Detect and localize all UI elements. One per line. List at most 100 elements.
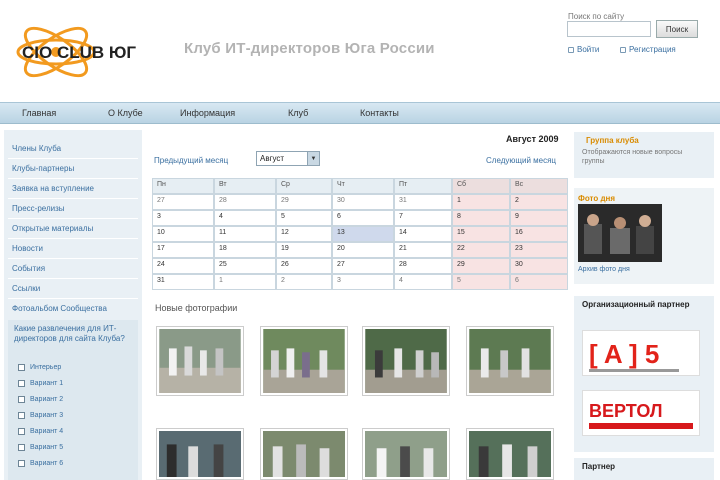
calendar-day-cell[interactable]: 18	[214, 242, 276, 258]
calendar-day-cell[interactable]: 14	[394, 226, 452, 242]
calendar-day-cell[interactable]: 26	[276, 258, 332, 274]
calendar-day-cell[interactable]: 10	[152, 226, 214, 242]
photo-thumbnail[interactable]	[466, 326, 554, 396]
calendar-day-cell[interactable]: 27	[332, 258, 394, 274]
register-link[interactable]: Регистрация	[620, 45, 676, 54]
search-button[interactable]: Поиск	[656, 20, 698, 38]
photo-of-day-archive-link[interactable]: Архив фото дня	[578, 266, 630, 273]
sidebar-item-news[interactable]: Новости	[12, 244, 43, 253]
nav-item-club[interactable]: Клуб	[288, 108, 308, 118]
nav-item-contacts[interactable]: Контакты	[360, 108, 399, 118]
poll-option-label: Интерьер	[30, 364, 62, 371]
calendar-day-cell[interactable]: 21	[394, 242, 452, 258]
calendar-day-cell[interactable]: 6	[332, 210, 394, 226]
chevron-down-icon: ▼	[307, 152, 319, 165]
calendar-day-cell[interactable]: 11	[214, 226, 276, 242]
nav-item-home[interactable]: Главная	[22, 108, 56, 118]
sidebar-divider	[8, 258, 138, 259]
sidebar-item-partners[interactable]: Клубы-партнеры	[12, 164, 74, 173]
calendar-day-cell[interactable]: 1	[452, 194, 510, 210]
month-select[interactable]: Август ▼	[256, 151, 320, 166]
calendar-day-cell[interactable]: 5	[452, 274, 510, 290]
calendar-day-cell[interactable]: 30	[510, 258, 568, 274]
sidebar-item-events[interactable]: События	[12, 264, 45, 273]
photo-thumbnail[interactable]	[156, 428, 244, 480]
calendar-day-cell[interactable]: 12	[276, 226, 332, 242]
calendar-day-cell[interactable]: 28	[394, 258, 452, 274]
calendar-day-cell[interactable]: 13	[332, 226, 394, 242]
calendar-day-cell[interactable]: 29	[452, 258, 510, 274]
calendar-day-cell[interactable]: 24	[152, 258, 214, 274]
checkbox[interactable]	[18, 396, 25, 403]
nav-item-about[interactable]: О Клубе	[108, 108, 143, 118]
poll-option[interactable]: Вариант 6	[18, 460, 63, 467]
calendar-day-cell[interactable]: 31	[394, 194, 452, 210]
partner-logo-vertol[interactable]: ВЕРТОЛ	[582, 390, 700, 436]
calendar-day-cell[interactable]: 4	[214, 210, 276, 226]
calendar-day-cell[interactable]: 25	[214, 258, 276, 274]
site-logo[interactable]: CIO CLUB ЮГ	[14, 6, 174, 96]
partner-logo-a5[interactable]: [ A ] 5	[582, 330, 700, 376]
calendar-day-cell[interactable]: 28	[214, 194, 276, 210]
calendar-weekday-header: Пт	[394, 178, 452, 194]
checkbox[interactable]	[18, 364, 25, 371]
prev-month-link[interactable]: Предыдущий месяц	[154, 156, 228, 165]
calendar-day-cell[interactable]: 2	[276, 274, 332, 290]
calendar-day-cell[interactable]: 2	[510, 194, 568, 210]
next-month-link[interactable]: Следующий месяц	[486, 156, 556, 165]
sidebar-item-materials[interactable]: Открытые материалы	[12, 224, 93, 233]
photo-thumbnail[interactable]	[260, 326, 348, 396]
photo-image	[469, 329, 551, 393]
poll-option[interactable]: Вариант 1	[18, 380, 63, 387]
calendar-day-cell[interactable]: 27	[152, 194, 214, 210]
calendar-day-cell[interactable]: 31	[152, 274, 214, 290]
sidebar-item-press[interactable]: Пресс-релизы	[12, 204, 65, 213]
calendar-day-cell[interactable]: 16	[510, 226, 568, 242]
sidebar-item-photoalbum[interactable]: Фотоальбом Сообщества	[12, 304, 107, 313]
poll-option[interactable]: Интерьер	[18, 364, 61, 371]
photo-thumbnail[interactable]	[362, 428, 450, 480]
photo-of-day-image[interactable]	[578, 204, 662, 262]
photo-thumbnail[interactable]	[260, 428, 348, 480]
calendar-day-cell[interactable]: 1	[214, 274, 276, 290]
sidebar-item-links[interactable]: Ссылки	[12, 284, 40, 293]
calendar-day-cell[interactable]: 15	[452, 226, 510, 242]
photo-thumbnail[interactable]	[156, 326, 244, 396]
checkbox[interactable]	[18, 460, 25, 467]
photo-thumbnail[interactable]	[466, 428, 554, 480]
sidebar-item-join[interactable]: Заявка на вступление	[12, 184, 94, 193]
poll-option[interactable]: Вариант 2	[18, 396, 63, 403]
calendar-day-cell[interactable]: 9	[510, 210, 568, 226]
calendar-day-cell[interactable]: 6	[510, 274, 568, 290]
checkbox[interactable]	[18, 428, 25, 435]
calendar-day-cell[interactable]: 23	[510, 242, 568, 258]
poll-option[interactable]: Вариант 5	[18, 444, 63, 451]
calendar-day-cell[interactable]: 5	[276, 210, 332, 226]
login-link[interactable]: Войти	[568, 45, 599, 54]
checkbox[interactable]	[18, 412, 25, 419]
poll-option[interactable]: Вариант 3	[18, 412, 63, 419]
calendar-day-cell[interactable]: 4	[394, 274, 452, 290]
calendar-day-cell[interactable]: 19	[276, 242, 332, 258]
search-input[interactable]	[567, 21, 651, 37]
calendar-day-cell[interactable]: 3	[152, 210, 214, 226]
checkbox[interactable]	[18, 444, 25, 451]
poll-option[interactable]: Вариант 4	[18, 428, 63, 435]
poll-box: Какие развлечения для ИТ-директоров для …	[8, 320, 138, 480]
calendar-day-cell[interactable]: 22	[452, 242, 510, 258]
photo-thumbnail[interactable]	[362, 326, 450, 396]
logo-text: CIO CLUB ЮГ	[22, 43, 136, 62]
calendar-day-cell[interactable]: 8	[452, 210, 510, 226]
calendar-day-cell[interactable]: 7	[394, 210, 452, 226]
event-calendar: Пн Вт Ср Чт Пт Сб Вс 27 28 29 30 31 1 2 3 4 5 6 7 8 9 10 11 12 1…	[152, 178, 568, 292]
calendar-day-cell[interactable]: 20	[332, 242, 394, 258]
checkbox[interactable]	[18, 380, 25, 387]
calendar-day-cell[interactable]: 3	[332, 274, 394, 290]
sidebar-item-members[interactable]: Члены Клуба	[12, 144, 61, 153]
calendar-day-cell[interactable]: 17	[152, 242, 214, 258]
club-group-title[interactable]: Группа клуба	[586, 136, 639, 146]
sidebar-divider	[8, 218, 138, 219]
nav-item-info[interactable]: Информация	[180, 108, 235, 118]
calendar-day-cell[interactable]: 29	[276, 194, 332, 210]
calendar-day-cell[interactable]: 30	[332, 194, 394, 210]
